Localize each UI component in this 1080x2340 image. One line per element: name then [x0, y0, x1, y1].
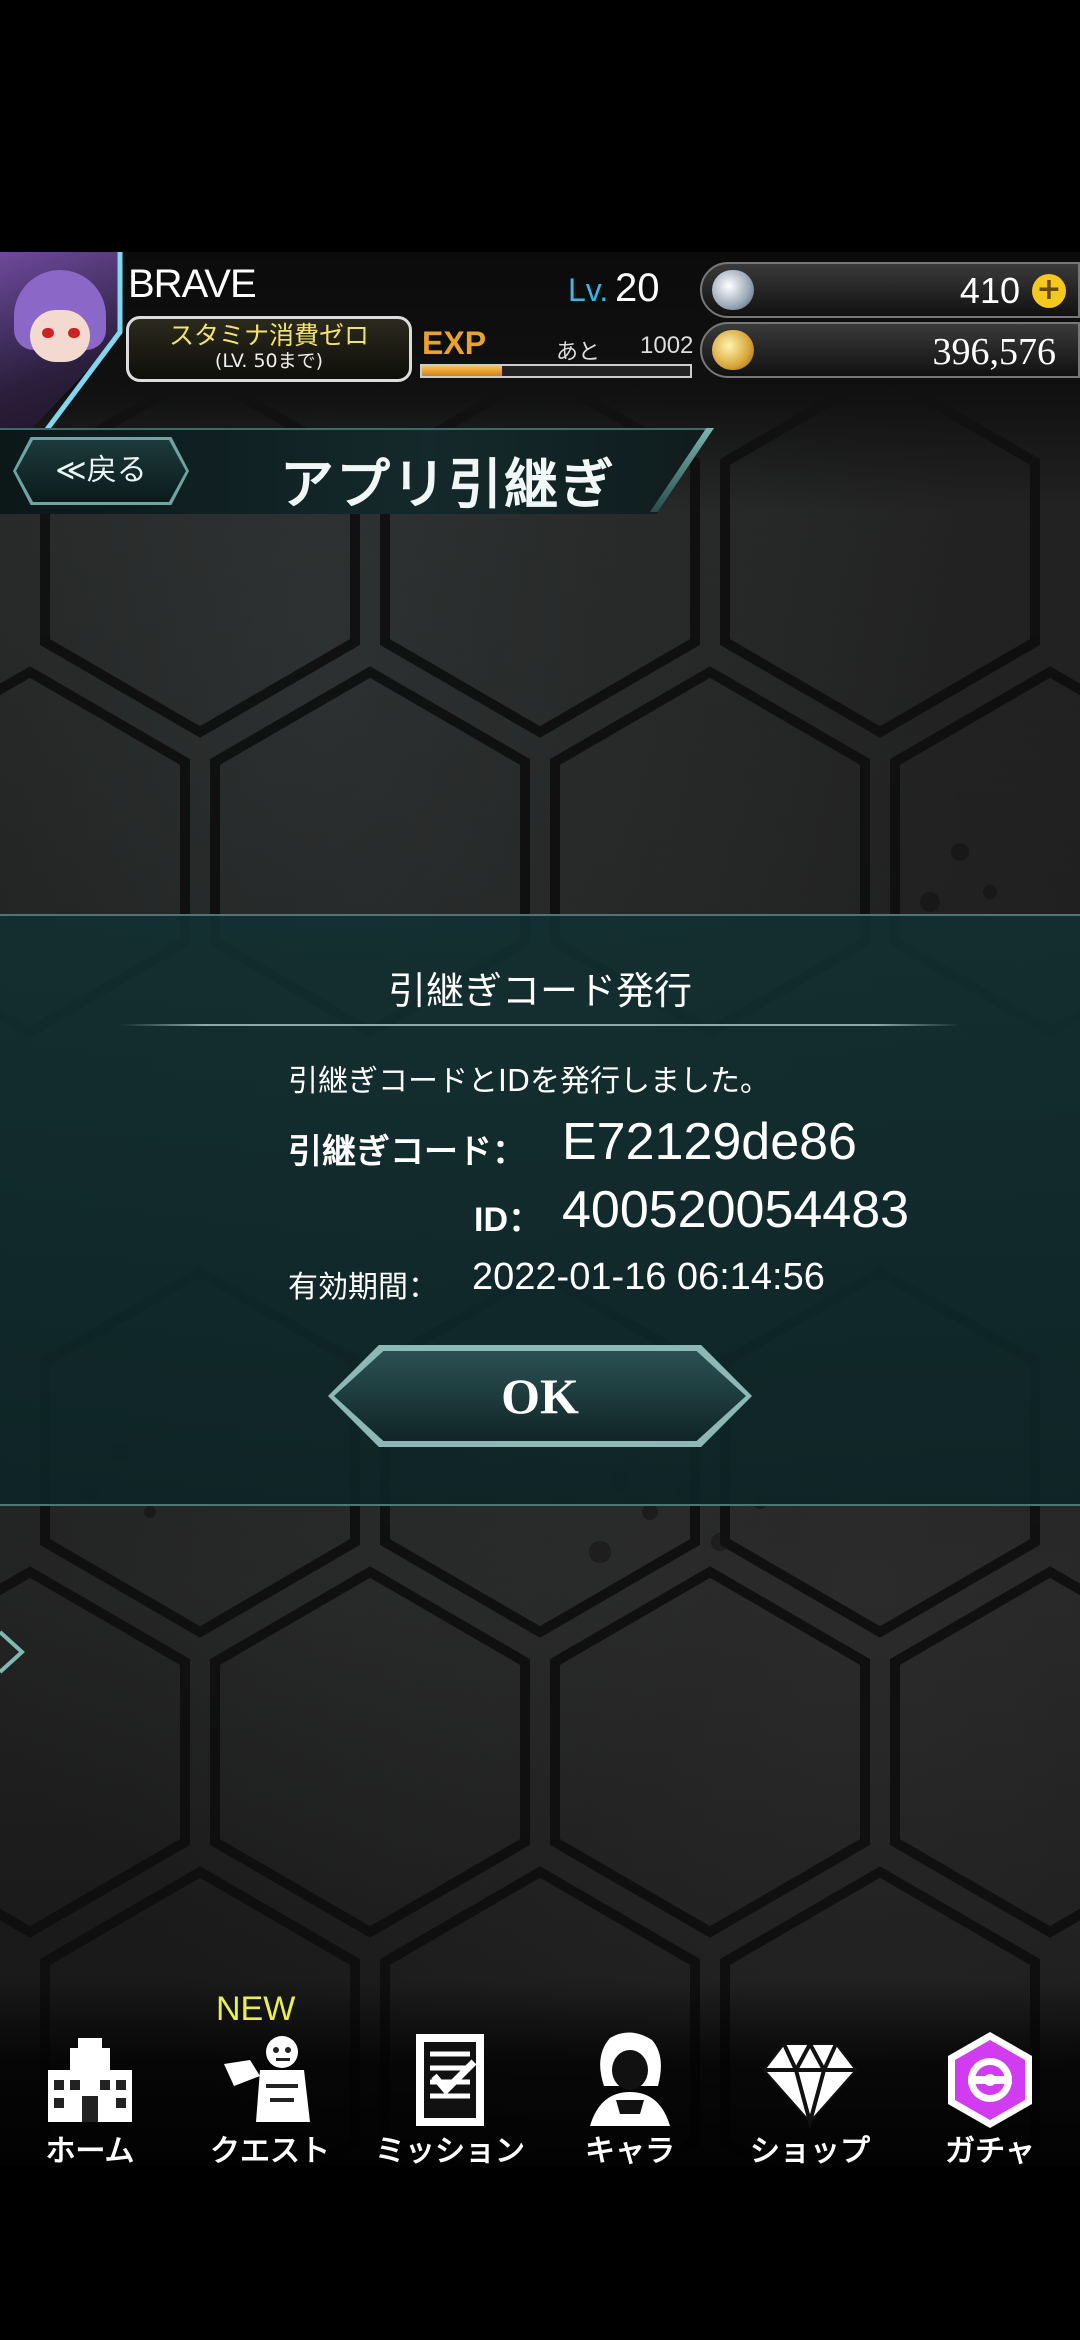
back-button[interactable]: ≪戻る	[16, 440, 186, 502]
character-icon	[590, 2032, 670, 2126]
expiry-label: 有効期間：	[288, 1270, 438, 1305]
stamina-badge-subtitle: (LV. 50まで)	[214, 350, 324, 372]
level-label: Lv.	[568, 272, 609, 308]
level-value: 20	[615, 266, 660, 310]
nav-quest[interactable]: クエスト	[185, 2030, 355, 2169]
exp-remaining-value: 1002	[640, 332, 694, 359]
nav-label-home: ホーム	[45, 2134, 135, 2169]
gem-count: 410	[959, 270, 1020, 311]
ok-button[interactable]: OK	[334, 1351, 746, 1441]
nav-label-mission: ミッション	[375, 2134, 525, 2169]
mission-checklist-icon	[416, 2034, 484, 2126]
diamond-shop-icon	[762, 2039, 858, 2130]
nav-shop[interactable]: ショップ	[725, 2030, 895, 2169]
add-gems-button[interactable]: +	[1032, 274, 1066, 308]
transfer-code-label: 引継ぎコード：	[288, 1132, 526, 1172]
gacha-icon	[948, 2032, 1032, 2128]
player-name: BRAVE	[128, 262, 257, 306]
exp-progress-bar	[420, 364, 692, 378]
coin-count: 396,576	[932, 331, 1057, 373]
id-label: ID：	[474, 1201, 542, 1239]
gem-counter[interactable]: 410 +	[700, 262, 1080, 318]
coin-icon	[712, 330, 754, 370]
id-value: 400520054483	[562, 1181, 910, 1239]
exp-label: EXP	[422, 325, 487, 361]
nav-label-shop: ショップ	[750, 2134, 870, 2169]
page-title: アプリ引継ぎ	[280, 453, 616, 516]
stamina-badge-title: スタミナ消費ゼロ	[168, 321, 369, 350]
exp-remaining-label: あと	[556, 340, 601, 365]
home-building-icon	[48, 2038, 132, 2122]
gem-icon	[712, 270, 754, 310]
new-badge: NEW	[216, 1990, 296, 2028]
coin-counter: 396,576	[700, 322, 1080, 378]
nav-gacha[interactable]: ガチャ	[905, 2030, 1075, 2169]
exp-progress-fill	[422, 366, 503, 376]
nav-mission[interactable]: ミッション	[365, 2030, 535, 2169]
dialog-message: 引継ぎコードとIDを発行しました。	[288, 1064, 770, 1099]
expiry-value: 2022-01-16 06:14:56	[472, 1256, 825, 1298]
nav-label-character: キャラ	[585, 2134, 675, 2169]
dialog-divider	[120, 1024, 960, 1026]
transfer-code-value: E72129de86	[562, 1113, 857, 1171]
quest-zombie-icon	[224, 2036, 310, 2122]
nav-home[interactable]: ホーム	[5, 2030, 175, 2169]
stamina-zero-badge: スタミナ消費ゼロ (LV. 50まで)	[126, 316, 412, 382]
left-edge-glow	[0, 1630, 25, 1674]
nav-label-quest: クエスト	[210, 2134, 330, 2169]
dialog-title: 引継ぎコード発行	[387, 969, 692, 1013]
nav-character[interactable]: キャラ	[545, 2030, 715, 2169]
nav-label-gacha: ガチャ	[945, 2134, 1035, 2169]
